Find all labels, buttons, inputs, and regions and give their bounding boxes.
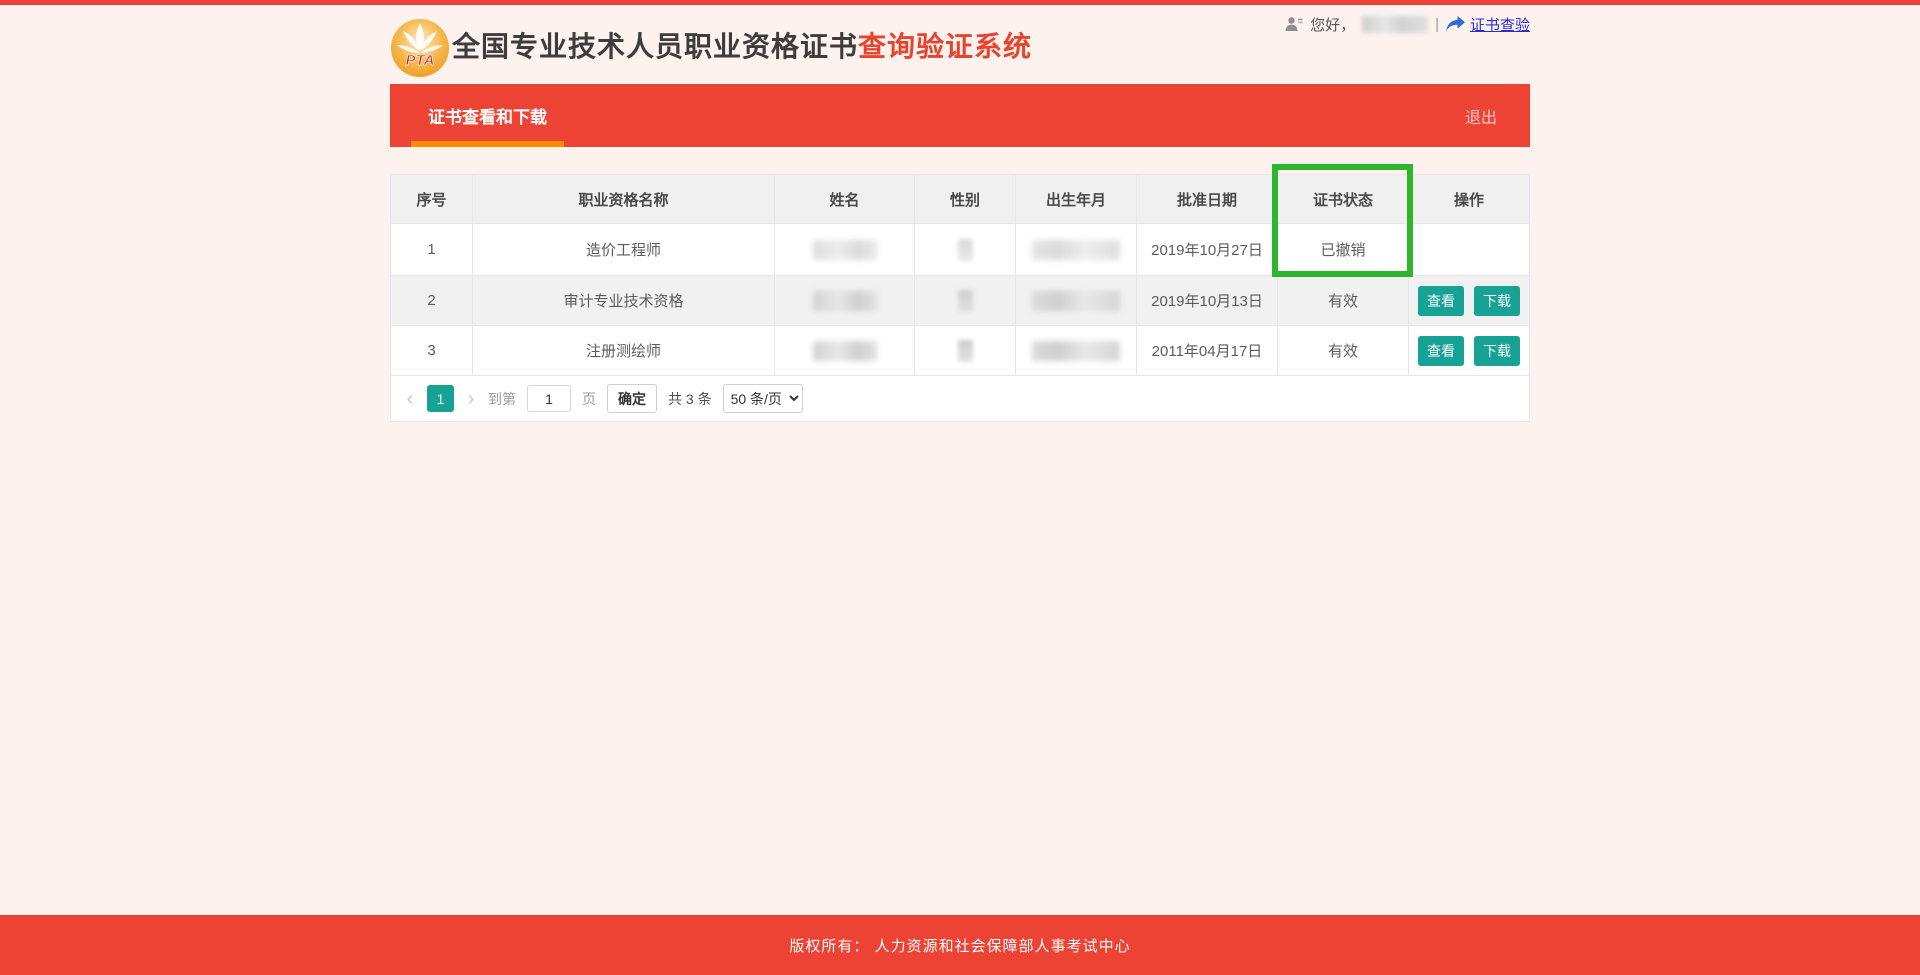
table-row: 3 注册测绘师 2011年04月17日 有效 查看 下载 (391, 325, 1529, 375)
certificate-query-page: PTA 全国专业技术人员职业资格证书查询验证系统 您好， | 证书查验 证书查看… (0, 0, 1920, 975)
view-button[interactable]: 查看 (1418, 286, 1464, 316)
goto-prefix-label: 到第 (488, 389, 516, 409)
row-actions: 查看 下载 (1409, 276, 1529, 325)
row-gender-redacted (915, 224, 1016, 275)
row-qualification: 造价工程师 (473, 224, 775, 275)
row-actions-empty (1409, 224, 1529, 275)
pta-logo: PTA (390, 18, 450, 78)
certificate-verify-label: 证书查验 (1470, 14, 1530, 35)
page-title-main: 全国专业技术人员职业资格证书 (452, 25, 858, 65)
row-index: 1 (391, 224, 473, 275)
total-count-label: 共 3 条 (668, 389, 712, 409)
pta-logo-text: PTA (406, 52, 435, 69)
copyright-text: 版权所有： 人力资源和社会保障部人事考试中心 (789, 935, 1130, 956)
current-page-button[interactable]: 1 (427, 385, 454, 412)
row-approval-date: 2019年10月27日 (1137, 224, 1278, 275)
row-qualification: 审计专业技术资格 (473, 276, 775, 325)
confirm-button[interactable]: 确定 (607, 384, 657, 413)
tab-label: 证书查看和下载 (428, 103, 547, 128)
logout-button[interactable]: 退出 (1465, 84, 1497, 147)
goto-page-input[interactable] (527, 385, 571, 412)
row-birth-redacted (1016, 276, 1137, 325)
download-button[interactable]: 下载 (1474, 286, 1520, 316)
col-header-actions: 操作 (1409, 175, 1529, 223)
share-arrow-icon (1446, 16, 1465, 32)
page-size-select[interactable]: 50 条/页 (723, 384, 803, 413)
row-status: 已撤销 (1278, 224, 1409, 275)
download-button[interactable]: 下载 (1474, 336, 1520, 366)
row-name-redacted (775, 326, 915, 375)
footer-bar: 版权所有： 人力资源和社会保障部人事考试中心 (0, 915, 1920, 975)
row-birth-redacted (1016, 326, 1137, 375)
row-gender-redacted (915, 276, 1016, 325)
col-header-index: 序号 (391, 175, 473, 223)
row-approval-date: 2019年10月13日 (1137, 276, 1278, 325)
prev-page-icon[interactable]: ‹ (404, 389, 416, 409)
table-header-row: 序号 职业资格名称 姓名 性别 出生年月 批准日期 证书状态 操作 (391, 175, 1529, 223)
row-index: 3 (391, 326, 473, 375)
row-name-redacted (775, 276, 915, 325)
user-area: 您好， | 证书查验 (1285, 0, 1530, 48)
row-status: 有效 (1278, 326, 1409, 375)
row-name-redacted (775, 224, 915, 275)
pagination-bar: ‹ 1 › 到第 页 确定 共 3 条 50 条/页 (391, 375, 1529, 421)
row-actions: 查看 下载 (1409, 326, 1529, 375)
table-row: 1 造价工程师 2019年10月27日 已撤销 (391, 223, 1529, 275)
user-icon (1285, 16, 1303, 32)
row-gender-redacted (915, 326, 1016, 375)
col-header-birth: 出生年月 (1016, 175, 1137, 223)
view-button[interactable]: 查看 (1418, 336, 1464, 366)
pta-logo-icon: PTA (390, 18, 450, 78)
col-header-qualification: 职业资格名称 (473, 175, 775, 223)
nav-bar: 证书查看和下载 退出 (390, 84, 1530, 147)
page-title: 全国专业技术人员职业资格证书查询验证系统 (452, 5, 1032, 84)
tab-certificate-view-download[interactable]: 证书查看和下载 (428, 84, 547, 147)
certificate-table: 序号 职业资格名称 姓名 性别 出生年月 批准日期 证书状态 操作 1 造价工程… (390, 174, 1530, 422)
page-title-system: 查询验证系统 (858, 25, 1032, 65)
row-status: 有效 (1278, 276, 1409, 325)
logout-label: 退出 (1465, 104, 1497, 128)
row-approval-date: 2011年04月17日 (1137, 326, 1278, 375)
certificate-verify-link[interactable]: 证书查验 (1446, 14, 1530, 35)
row-index: 2 (391, 276, 473, 325)
next-page-icon[interactable]: › (465, 389, 477, 409)
table-row: 2 审计专业技术资格 2019年10月13日 有效 查看 下载 (391, 275, 1529, 325)
col-header-gender: 性别 (915, 175, 1016, 223)
col-header-approval-date: 批准日期 (1137, 175, 1278, 223)
separator: | (1435, 16, 1439, 33)
row-qualification: 注册测绘师 (473, 326, 775, 375)
goto-suffix-label: 页 (582, 389, 596, 409)
username-redacted (1362, 16, 1428, 33)
greeting-text: 您好， (1310, 14, 1355, 35)
col-header-status: 证书状态 (1278, 175, 1409, 223)
col-header-name: 姓名 (775, 175, 915, 223)
row-birth-redacted (1016, 224, 1137, 275)
